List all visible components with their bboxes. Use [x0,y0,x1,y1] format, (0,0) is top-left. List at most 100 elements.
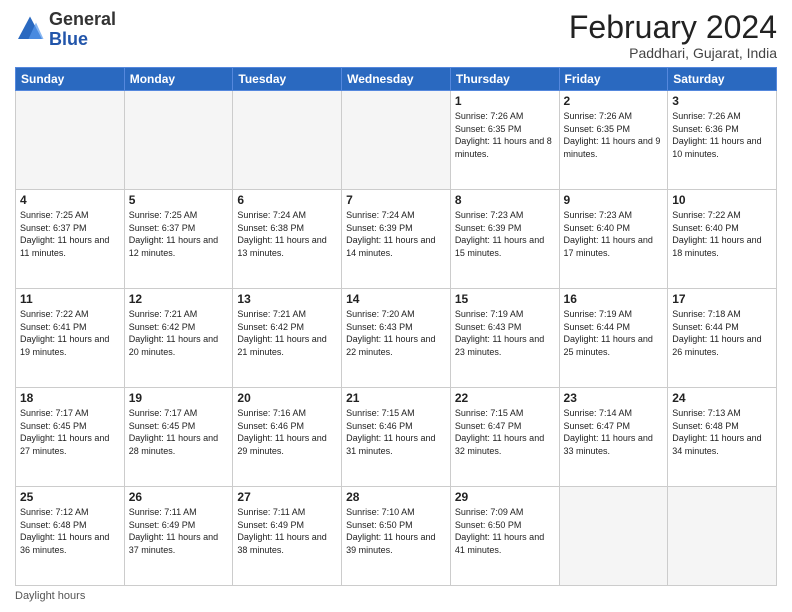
footer: Daylight hours [15,590,777,602]
calendar-cell: 16 Sunrise: 7:19 AMSunset: 6:44 PMDayligh… [559,289,668,388]
calendar-cell [124,91,233,190]
day-number: 9 [564,193,664,207]
week-row-1: 1Sunrise: 7:26 AMSunset: 6:35 PMDaylight… [16,91,777,190]
day-info: Sunrise: 7:15 AMSunset: 6:47 PMDaylight:… [455,407,555,457]
week-row-3: 11Sunrise: 7:22 AMSunset: 6:41 PMDayligh… [16,289,777,388]
calendar-cell: 28 Sunrise: 7:10 AMSunset: 6:50 PMDayligh… [342,487,451,586]
calendar-cell: 19 Sunrise: 7:17 AMSunset: 6:45 PMDayligh… [124,388,233,487]
day-number: 10 [672,193,772,207]
calendar-cell: 4Sunrise: 7:25 AMSunset: 6:37 PMDaylight… [16,190,125,289]
day-info: Sunrise: 7:25 AMSunset: 6:37 PMDaylight:… [20,209,120,259]
logo-text: General Blue [49,10,116,50]
calendar-cell: 13 Sunrise: 7:21 AMSunset: 6:42 PMDayligh… [233,289,342,388]
week-row-4: 18 Sunrise: 7:17 AMSunset: 6:45 PMDayligh… [16,388,777,487]
day-number: 28 [346,490,446,504]
day-number: 23 [564,391,664,405]
calendar-cell: 6Sunrise: 7:24 AMSunset: 6:38 PMDaylight… [233,190,342,289]
week-row-5: 25 Sunrise: 7:12 AMSunset: 6:48 PMDayligh… [16,487,777,586]
day-number: 21 [346,391,446,405]
calendar-cell: 18 Sunrise: 7:17 AMSunset: 6:45 PMDayligh… [16,388,125,487]
day-number: 12 [129,292,229,306]
day-info: Sunrise: 7:25 AMSunset: 6:37 PMDaylight:… [129,209,229,259]
calendar-cell: 23 Sunrise: 7:14 AMSunset: 6:47 PMDayligh… [559,388,668,487]
calendar-cell: 22Sunrise: 7:15 AMSunset: 6:47 PMDayligh… [450,388,559,487]
logo-general: General [49,9,116,29]
header: General Blue February 2024 Paddhari, Guj… [15,10,777,61]
day-info: Sunrise: 7:24 AMSunset: 6:39 PMDaylight:… [346,209,446,259]
day-number: 29 [455,490,555,504]
day-info: Sunrise: 7:15 AMSunset: 6:46 PMDaylight:… [346,407,446,457]
day-info: Sunrise: 7:17 AMSunset: 6:45 PMDaylight:… [129,407,229,457]
calendar-cell: 24 Sunrise: 7:13 AMSunset: 6:48 PMDayligh… [668,388,777,487]
calendar-cell: 1Sunrise: 7:26 AMSunset: 6:35 PMDaylight… [450,91,559,190]
calendar-cell: 11Sunrise: 7:22 AMSunset: 6:41 PMDayligh… [16,289,125,388]
calendar-cell: 9Sunrise: 7:23 AMSunset: 6:40 PMDaylight… [559,190,668,289]
day-number: 20 [237,391,337,405]
day-number: 14 [346,292,446,306]
calendar-cell: 3 Sunrise: 7:26 AMSunset: 6:36 PMDaylight… [668,91,777,190]
calendar-cell: 15 Sunrise: 7:19 AMSunset: 6:43 PMDayligh… [450,289,559,388]
week-row-2: 4Sunrise: 7:25 AMSunset: 6:37 PMDaylight… [16,190,777,289]
calendar-cell: 29Sunrise: 7:09 AMSunset: 6:50 PMDayligh… [450,487,559,586]
day-header-friday: Friday [559,68,668,91]
day-info: Sunrise: 7:13 AMSunset: 6:48 PMDaylight:… [672,407,772,457]
day-number: 26 [129,490,229,504]
calendar-cell: 25 Sunrise: 7:12 AMSunset: 6:48 PMDayligh… [16,487,125,586]
day-number: 3 [672,94,772,108]
day-number: 5 [129,193,229,207]
day-info: Sunrise: 7:18 AMSunset: 6:44 PMDaylight:… [672,308,772,358]
day-info: Sunrise: 7:19 AMSunset: 6:44 PMDaylight:… [564,308,664,358]
title-block: February 2024 Paddhari, Gujarat, India [569,10,777,61]
day-number: 25 [20,490,120,504]
day-info: Sunrise: 7:14 AMSunset: 6:47 PMDaylight:… [564,407,664,457]
page: General Blue February 2024 Paddhari, Guj… [0,0,792,612]
day-number: 27 [237,490,337,504]
calendar-cell: 8Sunrise: 7:23 AMSunset: 6:39 PMDaylight… [450,190,559,289]
day-number: 6 [237,193,337,207]
day-info: Sunrise: 7:19 AMSunset: 6:43 PMDaylight:… [455,308,555,358]
day-header-thursday: Thursday [450,68,559,91]
day-number: 17 [672,292,772,306]
day-info: Sunrise: 7:10 AMSunset: 6:50 PMDaylight:… [346,506,446,556]
day-number: 18 [20,391,120,405]
day-number: 19 [129,391,229,405]
calendar-cell: 27Sunrise: 7:11 AMSunset: 6:49 PMDayligh… [233,487,342,586]
logo: General Blue [15,10,116,50]
days-header-row: SundayMondayTuesdayWednesdayThursdayFrid… [16,68,777,91]
day-number: 24 [672,391,772,405]
calendar-cell [668,487,777,586]
month-year-title: February 2024 [569,10,777,45]
calendar-cell: 20Sunrise: 7:16 AMSunset: 6:46 PMDayligh… [233,388,342,487]
day-info: Sunrise: 7:26 AMSunset: 6:36 PMDaylight:… [672,110,772,160]
day-info: Sunrise: 7:22 AMSunset: 6:41 PMDaylight:… [20,308,120,358]
daylight-hours-label: Daylight hours [15,590,85,602]
day-number: 16 [564,292,664,306]
calendar-cell: 7 Sunrise: 7:24 AMSunset: 6:39 PMDaylight… [342,190,451,289]
calendar-cell: 26 Sunrise: 7:11 AMSunset: 6:49 PMDayligh… [124,487,233,586]
day-info: Sunrise: 7:12 AMSunset: 6:48 PMDaylight:… [20,506,120,556]
day-number: 13 [237,292,337,306]
day-header-wednesday: Wednesday [342,68,451,91]
day-number: 2 [564,94,664,108]
day-number: 8 [455,193,555,207]
day-header-saturday: Saturday [668,68,777,91]
day-number: 15 [455,292,555,306]
calendar-cell: 2Sunrise: 7:26 AMSunset: 6:35 PMDaylight… [559,91,668,190]
day-info: Sunrise: 7:17 AMSunset: 6:45 PMDaylight:… [20,407,120,457]
logo-icon [15,15,45,45]
calendar-cell [16,91,125,190]
calendar-cell [342,91,451,190]
day-header-sunday: Sunday [16,68,125,91]
day-number: 1 [455,94,555,108]
day-number: 7 [346,193,446,207]
day-info: Sunrise: 7:20 AMSunset: 6:43 PMDaylight:… [346,308,446,358]
day-info: Sunrise: 7:21 AMSunset: 6:42 PMDaylight:… [237,308,337,358]
day-info: Sunrise: 7:11 AMSunset: 6:49 PMDaylight:… [129,506,229,556]
calendar-cell [233,91,342,190]
calendar-cell: 5 Sunrise: 7:25 AMSunset: 6:37 PMDaylight… [124,190,233,289]
logo-blue: Blue [49,29,88,49]
day-header-tuesday: Tuesday [233,68,342,91]
calendar-cell: 12Sunrise: 7:21 AMSunset: 6:42 PMDayligh… [124,289,233,388]
calendar-cell: 14 Sunrise: 7:20 AMSunset: 6:43 PMDayligh… [342,289,451,388]
day-info: Sunrise: 7:22 AMSunset: 6:40 PMDaylight:… [672,209,772,259]
